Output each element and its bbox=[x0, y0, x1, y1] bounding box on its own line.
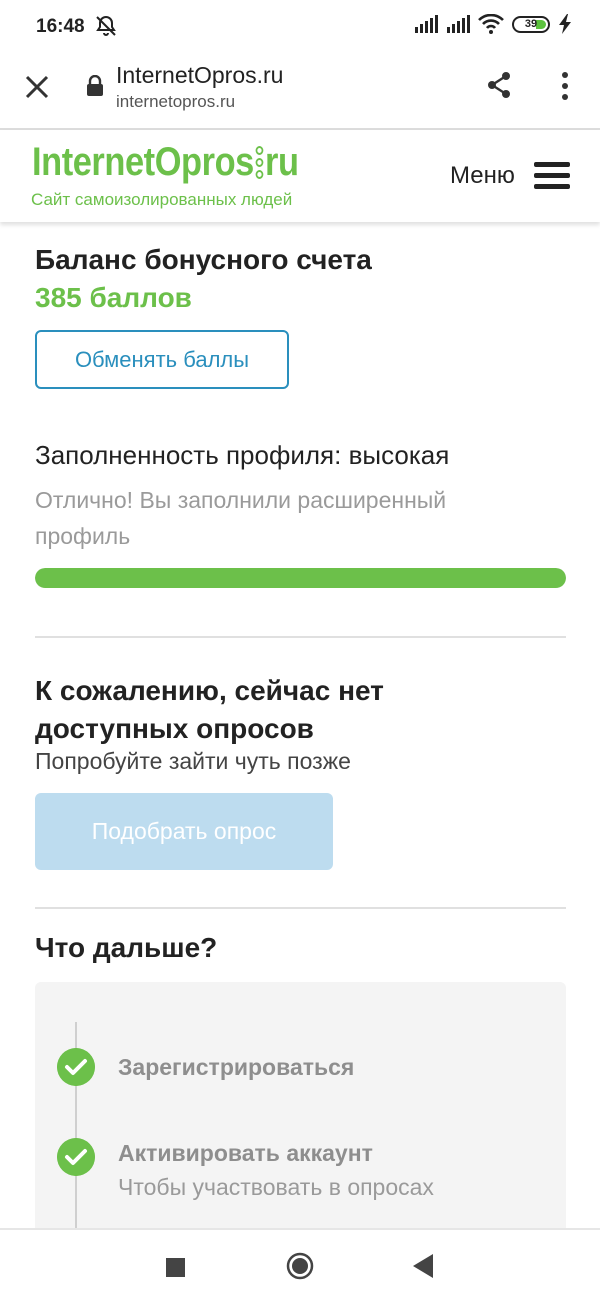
pick-survey-button[interactable]: Подобрать опрос bbox=[35, 793, 333, 870]
status-time: 16:48 bbox=[36, 16, 85, 37]
profile-progress-fill bbox=[35, 568, 566, 588]
no-surveys-title: К сожалению, сейчас нет доступных опросо… bbox=[35, 675, 384, 744]
logo-text-opros: Opros bbox=[154, 139, 255, 184]
status-bar: 16:48 39 bbox=[0, 0, 600, 54]
more-vert-icon[interactable] bbox=[554, 70, 576, 102]
logo-dots-icon bbox=[255, 145, 264, 179]
lock-icon[interactable] bbox=[86, 75, 104, 97]
balance-value: 385 баллов bbox=[35, 282, 192, 313]
charging-icon bbox=[559, 14, 571, 34]
no-surveys-subtitle: Попробуйте зайти чуть позже bbox=[35, 748, 351, 774]
profile-completeness-description: Отлично! Вы заполнили расширенный профил… bbox=[35, 487, 447, 549]
divider bbox=[35, 907, 566, 909]
site-header: Internet Opros ru Сайт самоизолированных… bbox=[0, 130, 600, 222]
site-tagline: Сайт самоизолированных людей bbox=[31, 190, 293, 209]
alarm-off-icon bbox=[96, 15, 116, 36]
site-logo[interactable]: Internet Opros ru bbox=[32, 138, 299, 186]
close-icon[interactable] bbox=[22, 72, 52, 102]
system-nav-bar bbox=[0, 1228, 600, 1301]
signal-icon bbox=[415, 15, 438, 33]
signal-icon bbox=[447, 15, 470, 33]
back-icon[interactable] bbox=[413, 1254, 433, 1278]
check-circle-icon bbox=[57, 1048, 95, 1086]
profile-progress-bar bbox=[35, 568, 566, 588]
logo-text-internet: Internet bbox=[32, 139, 155, 184]
menu-button-label[interactable]: Меню bbox=[450, 162, 515, 190]
hamburger-menu-icon[interactable] bbox=[534, 162, 570, 190]
step-label: Зарегистрироваться bbox=[118, 1054, 355, 1080]
next-steps-title: Что дальше? bbox=[35, 932, 218, 963]
home-icon[interactable] bbox=[286, 1252, 314, 1280]
battery-icon: 39 bbox=[512, 15, 550, 33]
share-icon[interactable] bbox=[484, 70, 514, 100]
balance-title: Баланс бонусного счета bbox=[35, 244, 372, 275]
browser-page-title: InternetOpros.ru bbox=[116, 62, 284, 88]
browser-url[interactable]: internetopros.ru bbox=[116, 92, 235, 112]
step-description: Чтобы участвовать в опросах bbox=[118, 1174, 434, 1200]
logo-text-ru: ru bbox=[265, 139, 299, 184]
wifi-icon bbox=[478, 14, 504, 34]
check-circle-icon bbox=[57, 1138, 95, 1176]
profile-completeness-title: Заполненность профиля: высокая bbox=[35, 440, 450, 470]
divider bbox=[35, 636, 566, 638]
recents-icon[interactable] bbox=[166, 1258, 185, 1277]
browser-toolbar: InternetOpros.ru internetopros.ru bbox=[0, 54, 600, 130]
exchange-points-button[interactable]: Обменять баллы bbox=[35, 330, 289, 389]
step-label: Активировать аккаунт bbox=[118, 1140, 373, 1166]
battery-level: 39 bbox=[524, 18, 538, 30]
